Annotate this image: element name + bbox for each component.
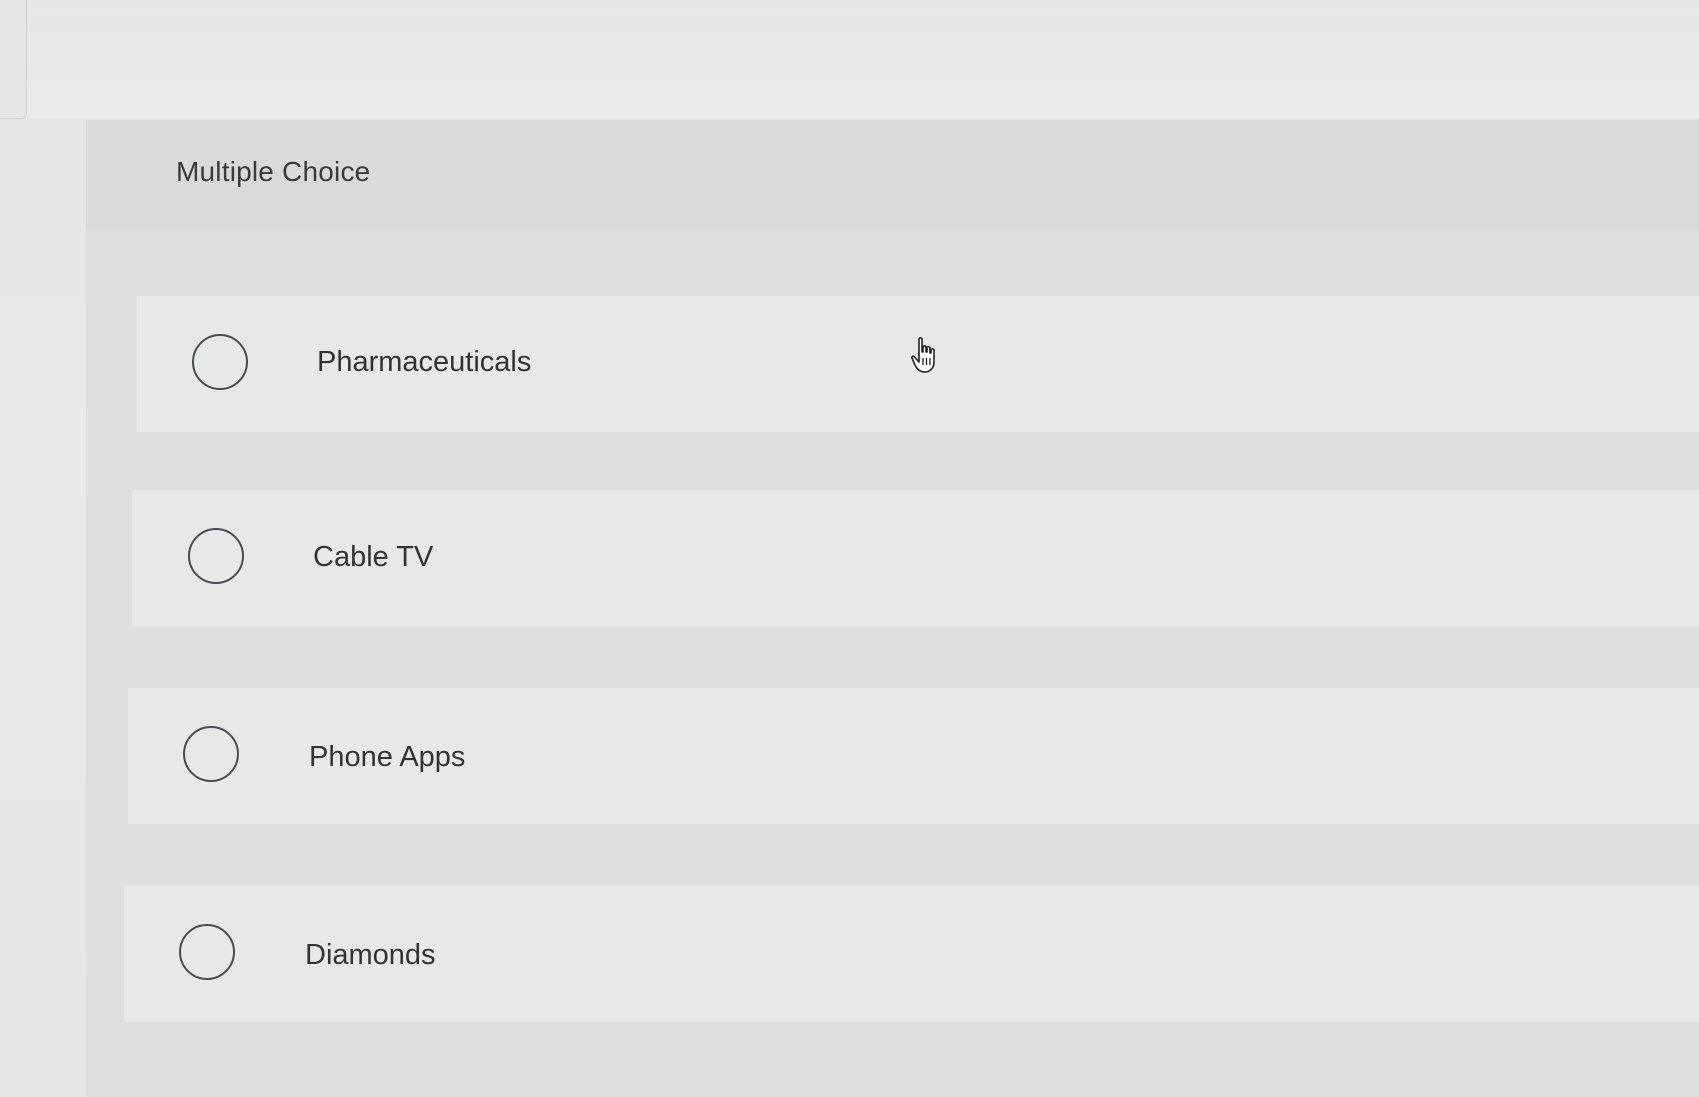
radio-circle-icon[interactable] bbox=[192, 334, 248, 390]
question-area bbox=[0, 0, 1699, 118]
option-phone-apps[interactable]: Phone Apps bbox=[128, 688, 1699, 824]
option-label: Diamonds bbox=[305, 939, 436, 971]
left-edge-divider bbox=[0, 0, 27, 119]
option-label: Phone Apps bbox=[309, 741, 466, 773]
radio-circle-icon[interactable] bbox=[183, 726, 239, 782]
page: Multiple Choice Pharmaceuticals Cable TV… bbox=[0, 0, 1699, 1097]
option-diamonds[interactable]: Diamonds bbox=[124, 886, 1699, 1022]
question-type-label: Multiple Choice bbox=[176, 156, 371, 187]
option-label: Cable TV bbox=[313, 541, 434, 573]
radio-circle-icon[interactable] bbox=[179, 924, 235, 980]
hand-pointer-icon bbox=[911, 337, 935, 373]
panel-header: Multiple Choice bbox=[86, 120, 1699, 230]
option-label: Pharmaceuticals bbox=[317, 346, 532, 378]
radio-circle-icon[interactable] bbox=[188, 528, 244, 584]
option-cable-tv[interactable]: Cable TV bbox=[132, 490, 1699, 626]
